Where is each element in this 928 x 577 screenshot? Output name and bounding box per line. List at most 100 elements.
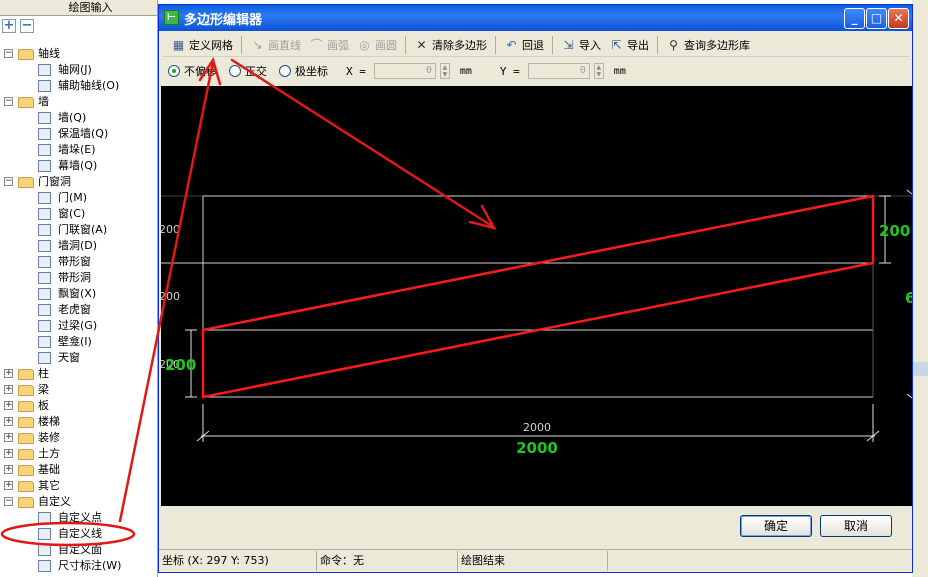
tree-item-label: 过梁(G) xyxy=(58,319,98,332)
collapse-toggle-icon[interactable]: − xyxy=(4,97,13,106)
tree-category[interactable]: − 轴线 xyxy=(0,46,158,62)
tree-item[interactable]: 自定义线 xyxy=(0,526,158,542)
toolbar-separator xyxy=(552,35,553,54)
component-icon xyxy=(38,112,51,124)
tree-item[interactable]: 辅助轴线(O) xyxy=(0,78,158,94)
no-offset-radio[interactable]: 不偏移 xyxy=(168,63,217,79)
component-icon xyxy=(38,336,51,348)
tree-item-label: 天窗 xyxy=(58,351,80,364)
tree-item[interactable]: 门(M) xyxy=(0,190,158,206)
component-icon xyxy=(38,256,51,268)
folder-icon xyxy=(18,369,34,380)
tree-category[interactable]: + 装修 xyxy=(0,430,158,446)
component-icon xyxy=(38,224,51,236)
orthogonal-radio[interactable]: 正交 xyxy=(229,63,267,79)
tree-category[interactable]: − 门窗洞 xyxy=(0,174,158,190)
tree-item[interactable]: 保温墙(Q) xyxy=(0,126,158,142)
toolbar-separator xyxy=(241,35,242,54)
expand-toggle-icon[interactable]: + xyxy=(4,465,13,474)
tree-item[interactable]: 老虎窗 xyxy=(0,302,158,318)
tree-item-label: 老虎窗 xyxy=(58,303,91,316)
expand-toggle-icon[interactable]: + xyxy=(4,449,13,458)
clear-polygon-button[interactable]: ✕ 清除多边形 xyxy=(411,35,490,55)
component-icon xyxy=(38,352,51,364)
tree-category[interactable]: + 楼梯 xyxy=(0,414,158,430)
minimize-button[interactable]: _ xyxy=(844,8,865,29)
x-spinner[interactable]: ▲ ▼ xyxy=(439,63,450,79)
tree-category[interactable]: + 基础 xyxy=(0,462,158,478)
expand-toggle-icon[interactable]: + xyxy=(4,369,13,378)
draw-line-button[interactable]: ↘ 画直线 xyxy=(247,35,304,55)
tree-item-label: 门(M) xyxy=(58,191,88,204)
polygon-shape[interactable] xyxy=(201,194,875,399)
tree-item[interactable]: 尺寸标注(W) xyxy=(0,558,158,574)
tree-category[interactable]: + 板 xyxy=(0,398,158,414)
tree-item[interactable]: 天窗 xyxy=(0,350,158,366)
circle-icon: ◎ xyxy=(359,37,370,52)
expand-toggle-icon[interactable]: + xyxy=(4,433,13,442)
tree-item[interactable]: 自定义点 xyxy=(0,510,158,526)
y-spinner[interactable]: ▲ ▼ xyxy=(593,63,604,79)
tree-item[interactable]: 带形窗 xyxy=(0,254,158,270)
status-coordinates: 坐标 (X: 297 Y: 753) xyxy=(159,551,317,571)
tree-category-label: 楼梯 xyxy=(38,415,60,428)
tree-item[interactable]: 墙垛(E) xyxy=(0,142,158,158)
folder-icon xyxy=(18,433,34,444)
collapse-toggle-icon[interactable]: − xyxy=(4,497,13,506)
expand-toggle-icon[interactable]: + xyxy=(4,481,13,490)
close-button[interactable]: ✕ xyxy=(888,8,909,29)
tree-item[interactable]: 墙洞(D) xyxy=(0,238,158,254)
import-button[interactable]: ⇲ 导入 xyxy=(558,35,604,55)
tree-item[interactable]: 飘窗(X) xyxy=(0,286,158,302)
component-icon xyxy=(38,272,51,284)
tree-category[interactable]: − 自定义 xyxy=(0,494,158,510)
tree-category[interactable]: − 墙 xyxy=(0,94,158,110)
tree-category[interactable]: + 梁 xyxy=(0,382,158,398)
dialog-titlebar[interactable]: ⊢ 多边形编辑器 _ □ ✕ xyxy=(159,5,912,31)
y-input[interactable]: 0 xyxy=(527,63,590,79)
radio-icon xyxy=(229,65,241,77)
ok-button[interactable]: 确定 xyxy=(740,515,812,537)
define-grid-button[interactable]: ▦ 定义网格 xyxy=(168,35,236,55)
folder-icon xyxy=(18,97,34,108)
tree-category[interactable]: + 柱 xyxy=(0,366,158,382)
tree-category-label: 基础 xyxy=(38,463,60,476)
maximize-button[interactable]: □ xyxy=(866,8,887,29)
polar-radio[interactable]: 极坐标 xyxy=(279,63,328,79)
tree-item[interactable]: 带形洞 xyxy=(0,270,158,286)
tree-item[interactable]: 墙(Q) xyxy=(0,110,158,126)
tree-item[interactable]: 壁龛(I) xyxy=(0,334,158,350)
component-icon xyxy=(38,288,51,300)
app-icon: ⊢ xyxy=(164,10,179,25)
tree-item[interactable]: 幕墙(Q) xyxy=(0,158,158,174)
export-button[interactable]: ⇱ 导出 xyxy=(606,35,652,55)
tree-category[interactable]: + 土方 xyxy=(0,446,158,462)
cancel-button[interactable]: 取消 xyxy=(820,515,892,537)
tree-item-label: 辅助轴线(O) xyxy=(58,79,120,92)
x-unit: mm xyxy=(459,65,472,77)
tree-category[interactable]: + 其它 xyxy=(0,478,158,494)
draw-arc-button[interactable]: ⌒ 画弧 xyxy=(306,35,352,55)
tree-category-label: 自定义 xyxy=(38,495,71,508)
tree-item[interactable]: 轴网(J) xyxy=(0,62,158,78)
collapse-all-icon[interactable]: − xyxy=(20,19,34,33)
expand-toggle-icon[interactable]: + xyxy=(4,385,13,394)
expand-all-icon[interactable]: + xyxy=(2,19,16,33)
draw-circle-button[interactable]: ◎ 画圆 xyxy=(354,35,400,55)
tree-item[interactable]: 窗(C) xyxy=(0,206,158,222)
query-library-button[interactable]: ⚲ 查询多边形库 xyxy=(663,35,753,55)
collapse-toggle-icon[interactable]: − xyxy=(4,177,13,186)
tree-category-label: 轴线 xyxy=(38,47,60,60)
tree-item[interactable]: 门联窗(A) xyxy=(0,222,158,238)
expand-toggle-icon[interactable]: + xyxy=(4,401,13,410)
undo-button[interactable]: ↶ 回退 xyxy=(501,35,547,55)
tree-item-label: 幕墙(Q) xyxy=(58,159,98,172)
tree-item[interactable]: 自定义面 xyxy=(0,542,158,558)
x-input[interactable]: 0 xyxy=(373,63,436,79)
tree-item[interactable]: 过梁(G) xyxy=(0,318,158,334)
expand-toggle-icon[interactable]: + xyxy=(4,417,13,426)
drawing-canvas[interactable]: 200 200 200 200 6 200 2000 2000 xyxy=(161,86,912,506)
collapse-toggle-icon[interactable]: − xyxy=(4,49,13,58)
search-icon: ⚲ xyxy=(669,37,678,52)
import-icon: ⇲ xyxy=(563,37,574,52)
